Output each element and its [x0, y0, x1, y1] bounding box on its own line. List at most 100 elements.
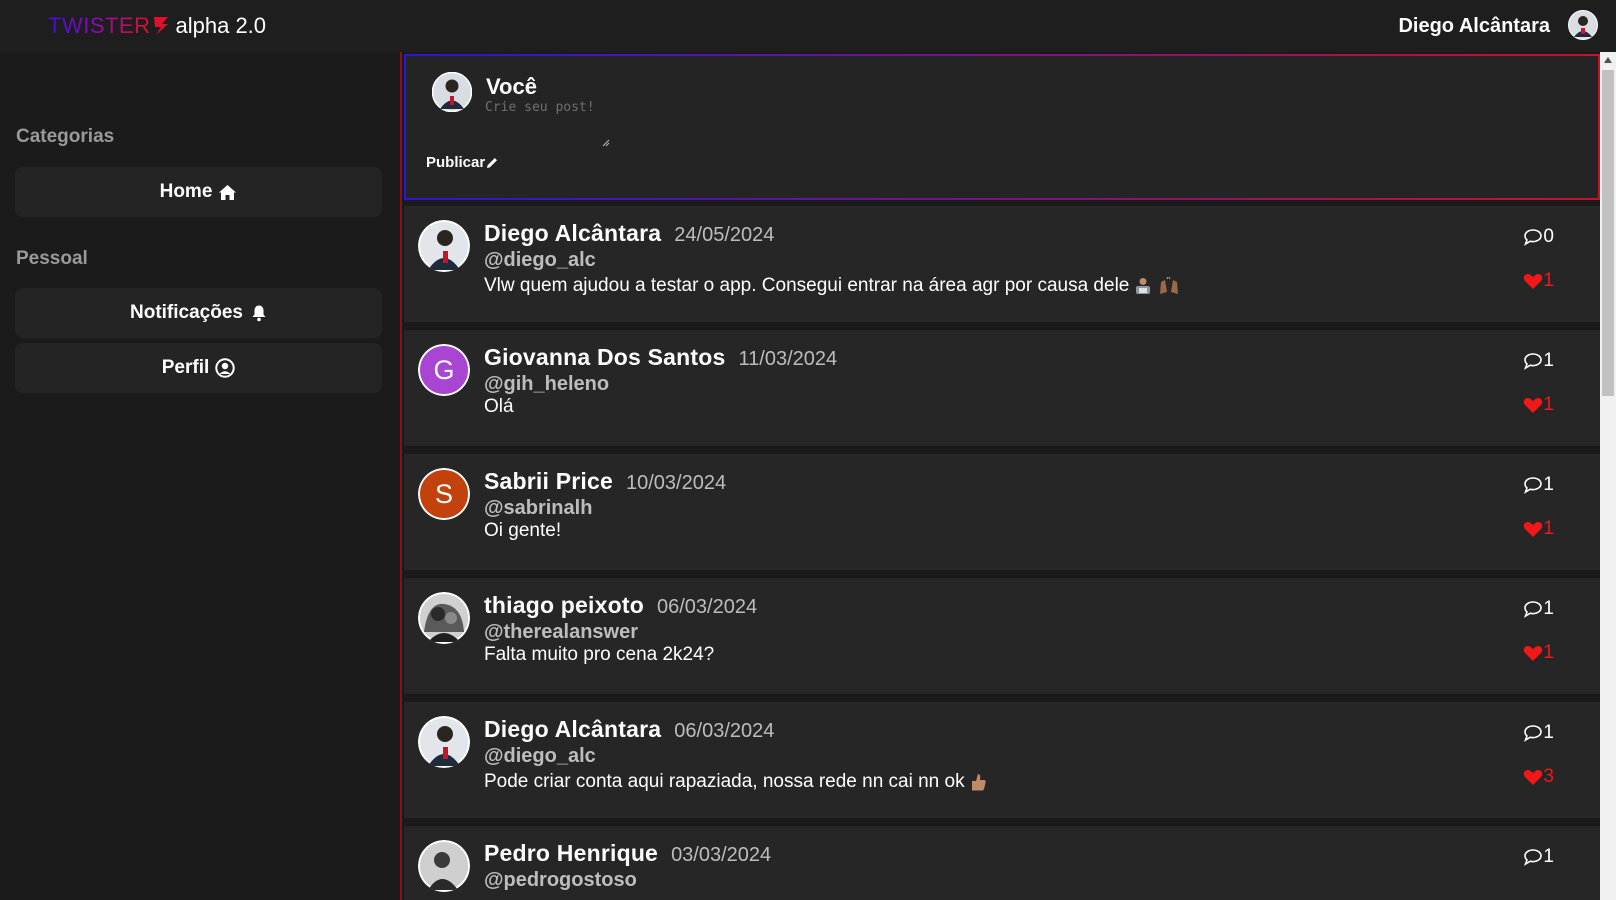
comment-icon: [1524, 601, 1543, 618]
author-name[interactable]: Sabrii Price: [484, 468, 613, 495]
post-date: 06/03/2024: [656, 596, 758, 618]
post-text: Pode criar conta aqui rapaziada, nossa r…: [484, 771, 987, 793]
author-name[interactable]: Diego Alcântara: [484, 220, 661, 247]
post-date: 10/03/2024: [625, 472, 727, 494]
post-text-content: Vlw quem ajudou a testar o app. Consegui…: [484, 275, 1130, 296]
post-date: 06/03/2024: [674, 720, 775, 742]
current-user-name[interactable]: Diego Alcântara: [1398, 15, 1550, 38]
publish-button[interactable]: Publicar: [426, 154, 499, 171]
heart-icon: [1524, 273, 1543, 289]
post-text: Vlw quem ajudou a testar o app. Consegui…: [484, 275, 1181, 297]
post-card[interactable]: thiago peixoto 06/03/2024 @therealanswer…: [404, 578, 1600, 694]
post-card[interactable]: S Sabrii Price 10/03/2024 @sabrinalh Oi …: [404, 454, 1600, 570]
feed: Você Publicar Diego Alcântara 24/05/2024…: [400, 52, 1602, 900]
sidebar-item-label: Notificações: [130, 302, 243, 323]
bell-icon: [252, 305, 266, 322]
sidebar-item-notifications[interactable]: Notificações: [15, 288, 382, 338]
like-count: 3: [1543, 766, 1554, 787]
author-name[interactable]: Pedro Henrique: [484, 840, 658, 867]
thumbs-up-emoji-icon: [971, 773, 986, 791]
post-textarea[interactable]: [485, 98, 609, 148]
avatar-letter: S: [418, 468, 470, 520]
sidebar: Categorias Home Pessoal Notificações Per…: [0, 52, 400, 900]
author-handle[interactable]: @diego_alc: [484, 745, 596, 768]
logo-text: TWISTER: [48, 13, 151, 38]
personal-heading: Pessoal: [16, 248, 88, 269]
author-name[interactable]: thiago peixoto: [484, 592, 644, 619]
comment-button[interactable]: 1: [1523, 598, 1554, 620]
author-handle[interactable]: @diego_alc: [484, 249, 596, 272]
comment-count: 0: [1543, 226, 1554, 247]
author-avatar[interactable]: [418, 592, 470, 644]
app-version: alpha 2.0: [175, 13, 267, 38]
resize-grip-icon[interactable]: [601, 138, 610, 147]
heart-icon: [1524, 769, 1543, 785]
heart-icon: [1524, 521, 1543, 537]
user-avatar[interactable]: [1568, 10, 1598, 40]
technologist-emoji-icon: [1136, 277, 1151, 294]
comment-button[interactable]: 1: [1523, 350, 1554, 372]
like-button[interactable]: 1: [1523, 394, 1554, 416]
feed-scrollbar[interactable]: [1600, 52, 1616, 900]
sidebar-item-label: Home: [159, 181, 213, 202]
categories-heading: Categorias: [16, 126, 115, 147]
scroll-up-arrow-icon[interactable]: [1600, 52, 1616, 68]
post-card[interactable]: G Giovanna Dos Santos 11/03/2024 @gih_he…: [404, 330, 1600, 446]
comment-icon: [1524, 849, 1543, 866]
post-card[interactable]: Diego Alcântara 06/03/2024 @diego_alc Po…: [404, 702, 1600, 818]
author-handle[interactable]: @sabrinalh: [484, 497, 592, 520]
author-handle[interactable]: @gih_heleno: [484, 373, 609, 396]
author-name[interactable]: Diego Alcântara: [484, 716, 661, 743]
comment-icon: [1524, 725, 1543, 742]
post-text: Oi gente!: [484, 520, 562, 541]
like-button[interactable]: 3: [1523, 766, 1554, 788]
raised-hands-emoji-icon: [1160, 276, 1179, 294]
like-button[interactable]: 1: [1523, 518, 1554, 540]
avatar-letter: G: [418, 344, 470, 396]
comment-count: 1: [1543, 722, 1554, 743]
heart-icon: [1524, 645, 1543, 661]
publish-label: Publicar: [426, 154, 486, 171]
post-composer: Você Publicar: [404, 54, 1600, 200]
comment-icon: [1524, 353, 1543, 370]
like-button[interactable]: 1: [1523, 642, 1554, 664]
composer-avatar: [432, 72, 472, 112]
comment-count: 1: [1543, 598, 1554, 619]
post-date: 24/05/2024: [674, 224, 775, 246]
comment-icon: [1524, 229, 1543, 246]
heart-icon: [1524, 397, 1543, 413]
post-text: Falta muito pro cena 2k24?: [484, 644, 715, 665]
top-bar: TWISTER alpha 2.0 Diego Alcântara: [0, 0, 1616, 53]
post-text: Olá: [484, 396, 514, 417]
post-text-content: Pode criar conta aqui rapaziada, nossa r…: [484, 771, 965, 792]
comment-button[interactable]: 1: [1523, 474, 1554, 496]
post-date: 11/03/2024: [738, 348, 838, 370]
like-button[interactable]: 1: [1523, 270, 1554, 292]
post-card[interactable]: Diego Alcântara 24/05/2024 @diego_alc Vl…: [404, 206, 1600, 322]
composer-author: Você: [486, 74, 537, 99]
scrollbar-thumb[interactable]: [1602, 70, 1614, 396]
comment-button[interactable]: 1: [1523, 722, 1554, 744]
like-count: 1: [1543, 518, 1554, 539]
sidebar-item-profile[interactable]: Perfil: [15, 343, 382, 393]
comment-button[interactable]: 0: [1523, 226, 1554, 248]
comment-count: 1: [1543, 350, 1554, 371]
post-date: 03/03/2024: [671, 844, 772, 866]
like-count: 1: [1543, 642, 1554, 663]
comment-button[interactable]: 1: [1523, 846, 1554, 868]
author-avatar[interactable]: [418, 716, 470, 768]
author-avatar[interactable]: G: [418, 344, 470, 396]
post-card[interactable]: Pedro Henrique 03/03/2024 @pedrogostoso …: [404, 826, 1600, 900]
author-handle[interactable]: @therealanswer: [484, 621, 638, 644]
user-circle-icon: [215, 358, 235, 378]
author-name[interactable]: Giovanna Dos Santos: [484, 344, 726, 371]
author-avatar[interactable]: [418, 840, 470, 892]
sidebar-item-home[interactable]: Home: [15, 167, 382, 217]
app-logo[interactable]: TWISTER alpha 2.0: [48, 12, 266, 40]
author-handle[interactable]: @pedrogostoso: [484, 869, 637, 892]
like-count: 1: [1543, 394, 1554, 415]
comment-icon: [1524, 477, 1543, 494]
author-avatar[interactable]: [418, 220, 470, 272]
author-avatar[interactable]: S: [418, 468, 470, 520]
home-icon: [219, 184, 237, 200]
